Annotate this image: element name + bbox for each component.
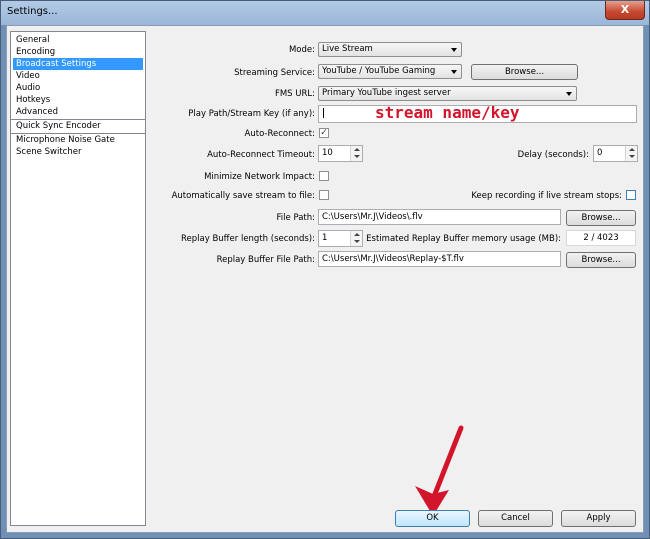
spin-down-icon (629, 155, 635, 158)
streaming-service-browse-button[interactable]: Browse... (471, 64, 578, 80)
spin-up-icon (629, 148, 635, 151)
streaming-service-value: YouTube / YouTube Gaming (322, 66, 436, 76)
auto-reconnect-label: Auto-Reconnect: (244, 129, 315, 139)
fms-url-select[interactable]: Primary YouTube ingest server (318, 86, 577, 101)
sidebar-item-broadcast-settings[interactable]: Broadcast Settings (13, 58, 143, 70)
replay-path-label: Replay Buffer File Path: (216, 255, 315, 265)
minimize-network-label: Minimize Network Impact: (204, 172, 315, 182)
stream-key-label: Play Path/Stream Key (if any): (188, 109, 315, 119)
replay-path-input[interactable]: C:\Users\Mr.J\Videos\Replay-$T.flv (318, 251, 561, 267)
keep-recording-label: Keep recording if live stream stops: (471, 191, 622, 201)
auto-save-checkbox[interactable] (319, 190, 329, 200)
delay-spinner[interactable]: 0 (593, 145, 638, 162)
broadcast-settings-panel: Mode: Live Stream Streaming Service: You… (149, 31, 639, 501)
auto-reconnect-checkbox[interactable]: ✓ (319, 128, 329, 138)
replay-memory-value: 2 / 4023 (566, 230, 636, 246)
spin-buttons[interactable] (350, 231, 362, 246)
replay-path-browse-button[interactable]: Browse... (566, 252, 636, 268)
streaming-service-select[interactable]: YouTube / YouTube Gaming (318, 64, 462, 79)
checkmark-icon: ✓ (320, 128, 328, 138)
fms-url-value: Primary YouTube ingest server (322, 88, 451, 98)
sidebar-item-microphone-noise-gate[interactable]: Microphone Noise Gate (13, 134, 143, 146)
mode-label: Mode: (288, 45, 315, 55)
streaming-service-label: Streaming Service: (234, 68, 315, 78)
sidebar-item-quick-sync-encoder[interactable]: Quick Sync Encoder (13, 120, 143, 132)
text-caret (323, 108, 324, 118)
mode-value: Live Stream (322, 44, 373, 54)
close-button[interactable]: X (605, 1, 645, 20)
delay-value: 0 (597, 148, 603, 158)
ok-button[interactable]: OK (395, 510, 470, 527)
sidebar-item-hotkeys[interactable]: Hotkeys (13, 94, 143, 106)
replay-length-spinner[interactable]: 1 (318, 230, 363, 247)
replay-memory-label: Estimated Replay Buffer memory usage (MB… (366, 234, 561, 244)
spin-down-icon (354, 240, 360, 243)
title-bar[interactable]: Settings... X (1, 1, 649, 25)
replay-length-value: 1 (322, 233, 328, 243)
file-path-browse-button[interactable]: Browse... (566, 210, 636, 226)
close-icon: X (620, 3, 630, 16)
red-arrow-icon (415, 425, 464, 516)
sidebar-item-video[interactable]: Video (13, 70, 143, 82)
file-path-input[interactable]: C:\Users\Mr.J\Videos\.flv (318, 209, 561, 225)
spin-up-icon (354, 233, 360, 236)
chevron-down-icon (451, 70, 457, 74)
fms-url-label: FMS URL: (274, 89, 315, 99)
sidebar-item-general[interactable]: General (13, 34, 143, 46)
mode-select[interactable]: Live Stream (318, 42, 462, 57)
chevron-down-icon (566, 92, 572, 96)
spin-buttons[interactable] (350, 146, 362, 161)
auto-save-label: Automatically save stream to file: (171, 191, 315, 201)
apply-button[interactable]: Apply (561, 510, 636, 527)
sidebar-item-encoding[interactable]: Encoding (13, 46, 143, 58)
settings-window: Settings... X General Encoding Broadcast… (0, 0, 650, 539)
spin-down-icon (354, 155, 360, 158)
sidebar-item-advanced[interactable]: Advanced (13, 106, 143, 118)
replay-length-label: Replay Buffer length (seconds): (181, 234, 315, 244)
window-title: Settings... (7, 6, 58, 17)
reconnect-timeout-spinner[interactable]: 10 (318, 145, 363, 162)
file-path-label: File Path: (276, 213, 315, 223)
sidebar-item-scene-switcher[interactable]: Scene Switcher (13, 146, 143, 158)
spin-up-icon (354, 148, 360, 151)
minimize-network-checkbox[interactable] (319, 171, 329, 181)
reconnect-timeout-value: 10 (322, 148, 333, 158)
spin-buttons[interactable] (625, 146, 637, 161)
reconnect-timeout-label: Auto-Reconnect Timeout: (207, 150, 315, 160)
cancel-button[interactable]: Cancel (478, 510, 553, 527)
keep-recording-checkbox[interactable] (626, 190, 636, 200)
chevron-down-icon (451, 48, 457, 52)
delay-label: Delay (seconds): (517, 150, 589, 160)
client-area: General Encoding Broadcast Settings Vide… (6, 25, 644, 533)
settings-sidebar: General Encoding Broadcast Settings Vide… (10, 31, 146, 526)
stream-key-annotation: stream name/key (375, 103, 520, 122)
sidebar-item-audio[interactable]: Audio (13, 82, 143, 94)
